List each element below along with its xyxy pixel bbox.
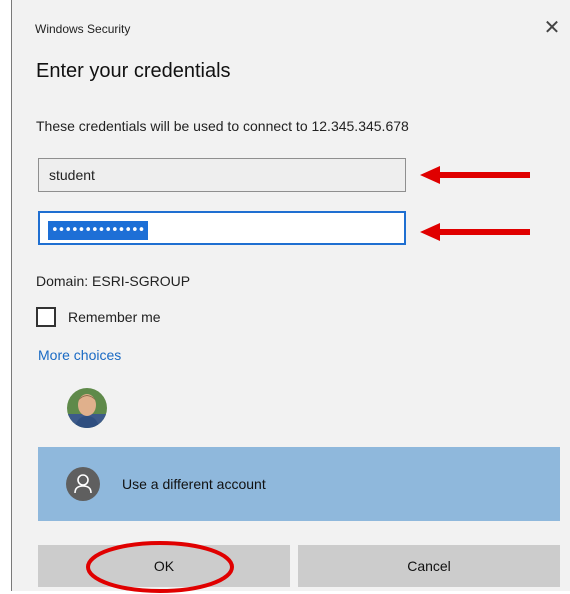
password-selected-text: •••••••••••••• bbox=[48, 221, 149, 240]
user-photo-icon[interactable] bbox=[67, 388, 107, 428]
different-account-label: Use a different account bbox=[122, 476, 266, 492]
cancel-button[interactable]: Cancel bbox=[298, 545, 560, 587]
person-icon bbox=[66, 467, 100, 501]
window-title: Windows Security bbox=[35, 22, 131, 36]
windows-security-dialog: Windows Security ✕ Enter your credential… bbox=[11, 0, 570, 591]
domain-label: Domain: ESRI-SGROUP bbox=[36, 273, 191, 289]
checkbox-box[interactable] bbox=[36, 307, 56, 327]
dialog-heading: Enter your credentials bbox=[36, 60, 231, 82]
close-icon[interactable]: ✕ bbox=[540, 16, 564, 40]
remember-me-label: Remember me bbox=[68, 309, 161, 325]
username-field[interactable]: student bbox=[38, 158, 406, 192]
ok-button[interactable]: OK bbox=[38, 545, 290, 587]
red-arrow-annotation-password bbox=[420, 223, 530, 241]
remember-me-checkbox[interactable]: Remember me bbox=[36, 306, 161, 328]
dialog-description: These credentials will be used to connec… bbox=[36, 118, 409, 134]
more-choices-link[interactable]: More choices bbox=[38, 347, 121, 363]
password-field[interactable]: •••••••••••••• bbox=[38, 211, 406, 245]
use-different-account-option[interactable]: Use a different account bbox=[38, 447, 560, 521]
red-arrow-annotation-username bbox=[420, 166, 530, 184]
